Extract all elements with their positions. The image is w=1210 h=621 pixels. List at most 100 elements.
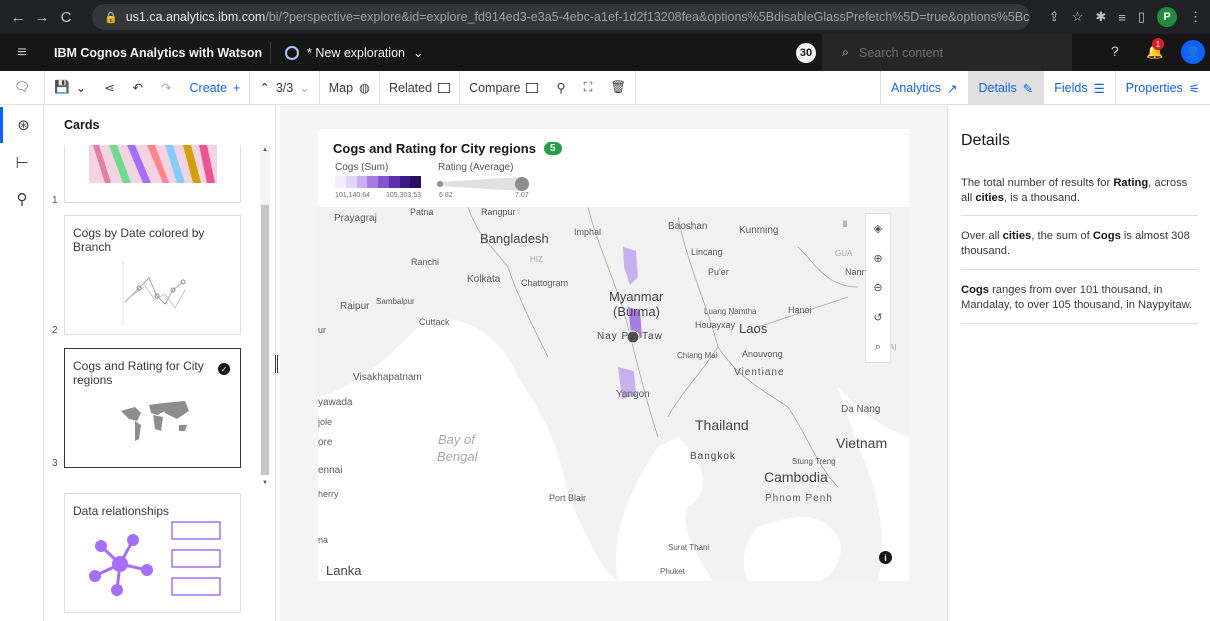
cogs-ramp-swatch [367, 176, 378, 188]
globe-icon: ◍ [359, 81, 370, 95]
search-icon[interactable]: ⌕ [875, 341, 881, 354]
chevron-down-icon[interactable]: ⌄ [413, 45, 423, 60]
map-label-nann: Nann [845, 267, 867, 277]
card-1-thumbnail [89, 145, 217, 183]
kebab-menu-icon[interactable]: ⋮ [1189, 9, 1202, 25]
queue-icon[interactable]: ≡ [1118, 10, 1126, 25]
map-basemap [318, 207, 909, 581]
hierarchy-icon[interactable]: ⊢ [0, 145, 44, 181]
map-button[interactable]: Map ◍ [320, 71, 379, 105]
map-controls: ◈ ⊕ ⊖ ↺ ⌕ [865, 213, 891, 363]
browser-profile-avatar[interactable]: P [1157, 7, 1177, 27]
compare-icon [526, 82, 539, 93]
scroll-thumb[interactable] [261, 205, 269, 475]
details-panel: Details The total number of results for … [947, 105, 1210, 621]
visualization-card[interactable]: Cogs and Rating for City regions 5 Cogs … [318, 129, 909, 581]
hamburger-menu-icon[interactable]: ≡ [0, 44, 44, 62]
cards-icon[interactable]: ⊛ [0, 107, 44, 143]
share-button[interactable]: ⋖ [95, 71, 123, 105]
map-label-nay-pyi-taw: Nay Pyi Taw [597, 331, 663, 342]
insight-text: The total number of results for [961, 177, 1114, 189]
tab-analytics[interactable]: Analytics ↗ [880, 71, 968, 105]
search-placeholder: Search content [859, 45, 944, 60]
redo-button[interactable]: ↷ [152, 71, 180, 105]
map-view[interactable]: Prayagraj Patna Rangpur Bangladesh Impha… [318, 207, 909, 581]
insight-divider [961, 269, 1198, 270]
related-icon [438, 82, 451, 93]
address-bar[interactable]: 🔒 us1.ca.analytics.ibm.com /bi/?perspect… [92, 4, 1030, 30]
scroll-up-icon[interactable]: ▲ [262, 147, 268, 153]
card-navigator[interactable]: ⌃ 3/3 ⌄ [250, 71, 318, 105]
details-title: Details [961, 132, 1010, 149]
insight-cogs-range: Cogs ranges from over 101 thousand, in M… [961, 283, 1201, 313]
map-label-bangladesh: Bangladesh [480, 231, 549, 246]
analytics-label: Analytics [891, 81, 942, 95]
cards-panel-title: Cards [64, 118, 100, 132]
help-icon[interactable]: ? [1111, 43, 1119, 59]
undo-button[interactable]: ↶ [124, 71, 152, 105]
tab-details[interactable]: Details ✎ [967, 71, 1044, 105]
insight-text: , the sum of [1031, 230, 1093, 242]
card-data-relationships[interactable]: Data relationships [64, 493, 241, 613]
info-icon[interactable]: i [879, 551, 892, 564]
search-input[interactable]: ⌕ Search content [822, 34, 1072, 71]
map-label-imphal: Imphal [574, 227, 602, 237]
card-1[interactable] [64, 145, 241, 203]
scroll-down-icon[interactable]: ▼ [262, 480, 268, 486]
create-label: Create [189, 80, 228, 95]
chevron-up-icon[interactable]: ⌃ [259, 80, 269, 95]
content-count-badge[interactable]: 30 [796, 43, 816, 63]
details-label: Details [978, 81, 1017, 95]
layers-icon[interactable]: ◈ [874, 222, 882, 235]
pin-icon[interactable]: ⚲ [0, 181, 44, 217]
map-label-sambalpur: Sambalpur [376, 297, 415, 306]
share-icon[interactable]: ⇪ [1049, 9, 1060, 25]
focus-button[interactable]: ⛶ [575, 71, 602, 105]
legend-rating-min: 6.82 [439, 192, 453, 199]
cards-scrollbar[interactable]: ▲ ▼ [260, 145, 270, 486]
reset-view-icon[interactable]: ↺ [873, 311, 882, 324]
create-button[interactable]: Create + [181, 71, 250, 105]
compare-button[interactable]: Compare [460, 71, 547, 105]
tab-properties[interactable]: Properties ⚟ [1114, 71, 1210, 105]
header-divider [270, 41, 271, 64]
map-label-cambodia: Cambodia [764, 469, 828, 485]
map-label-yawada: yawada [318, 397, 353, 408]
tab-fields[interactable]: Fields ☰ [1043, 71, 1115, 105]
fields-icon: ☰ [1093, 81, 1105, 96]
map-label-yangon: Yangon [616, 389, 650, 400]
app-header: ≡ IBM Cognos Analytics with Watson * New… [0, 34, 1210, 71]
exploration-tab[interactable]: * New exploration ⌄ [285, 45, 423, 60]
chevron-down-icon[interactable]: ⌄ [299, 80, 309, 95]
pin-button[interactable]: ⚲ [547, 71, 574, 105]
notification-badge: 1 [1152, 38, 1164, 50]
forward-icon[interactable]: → [30, 9, 54, 26]
related-button[interactable]: Related [380, 71, 459, 105]
map-label-kolkata: Kolkata [467, 274, 501, 285]
viz-title-text: Cogs and Rating for City regions [333, 141, 536, 156]
browser-toolbar: ← → C 🔒 us1.ca.analytics.ibm.com /bi/?pe… [0, 0, 1210, 34]
star-icon[interactable]: ☆ [1072, 9, 1084, 25]
insight-cogs-sum: Over all cities, the sum of Cogs is almo… [961, 229, 1201, 259]
map-label-port-blair: Port Blair [549, 493, 587, 503]
panel-resize-handle[interactable] [275, 355, 278, 373]
extensions-icon[interactable]: ✱ [1095, 9, 1106, 25]
insight-text: Over all [961, 230, 1003, 242]
relationships-thumbnail [89, 521, 221, 596]
map-label-hanoi: Hanoi [788, 305, 812, 315]
legend-cogs-min: 101,140.64 [335, 192, 371, 199]
zoom-in-icon[interactable]: ⊕ [873, 252, 882, 265]
zoom-out-icon[interactable]: ⊖ [873, 281, 882, 294]
comment-icon[interactable]: 🗨 [0, 71, 44, 105]
reload-icon[interactable]: C [54, 9, 78, 26]
insight-bold: Cogs [1092, 230, 1121, 242]
delete-button[interactable]: 🗑 [601, 71, 635, 105]
card-3[interactable]: Cogs and Rating for City regions ✓ [64, 348, 241, 468]
save-button[interactable]: 💾 ⌄ [45, 71, 95, 105]
sidebar-icon[interactable]: ▯ [1138, 9, 1145, 25]
card-2[interactable]: Cogs by Date colored by Branch [64, 215, 241, 335]
user-avatar-icon[interactable]: 👤 [1181, 40, 1205, 64]
back-icon[interactable]: ← [6, 9, 30, 26]
world-map-thumbnail [121, 401, 189, 441]
map-label-ennai: ennai [318, 465, 343, 476]
